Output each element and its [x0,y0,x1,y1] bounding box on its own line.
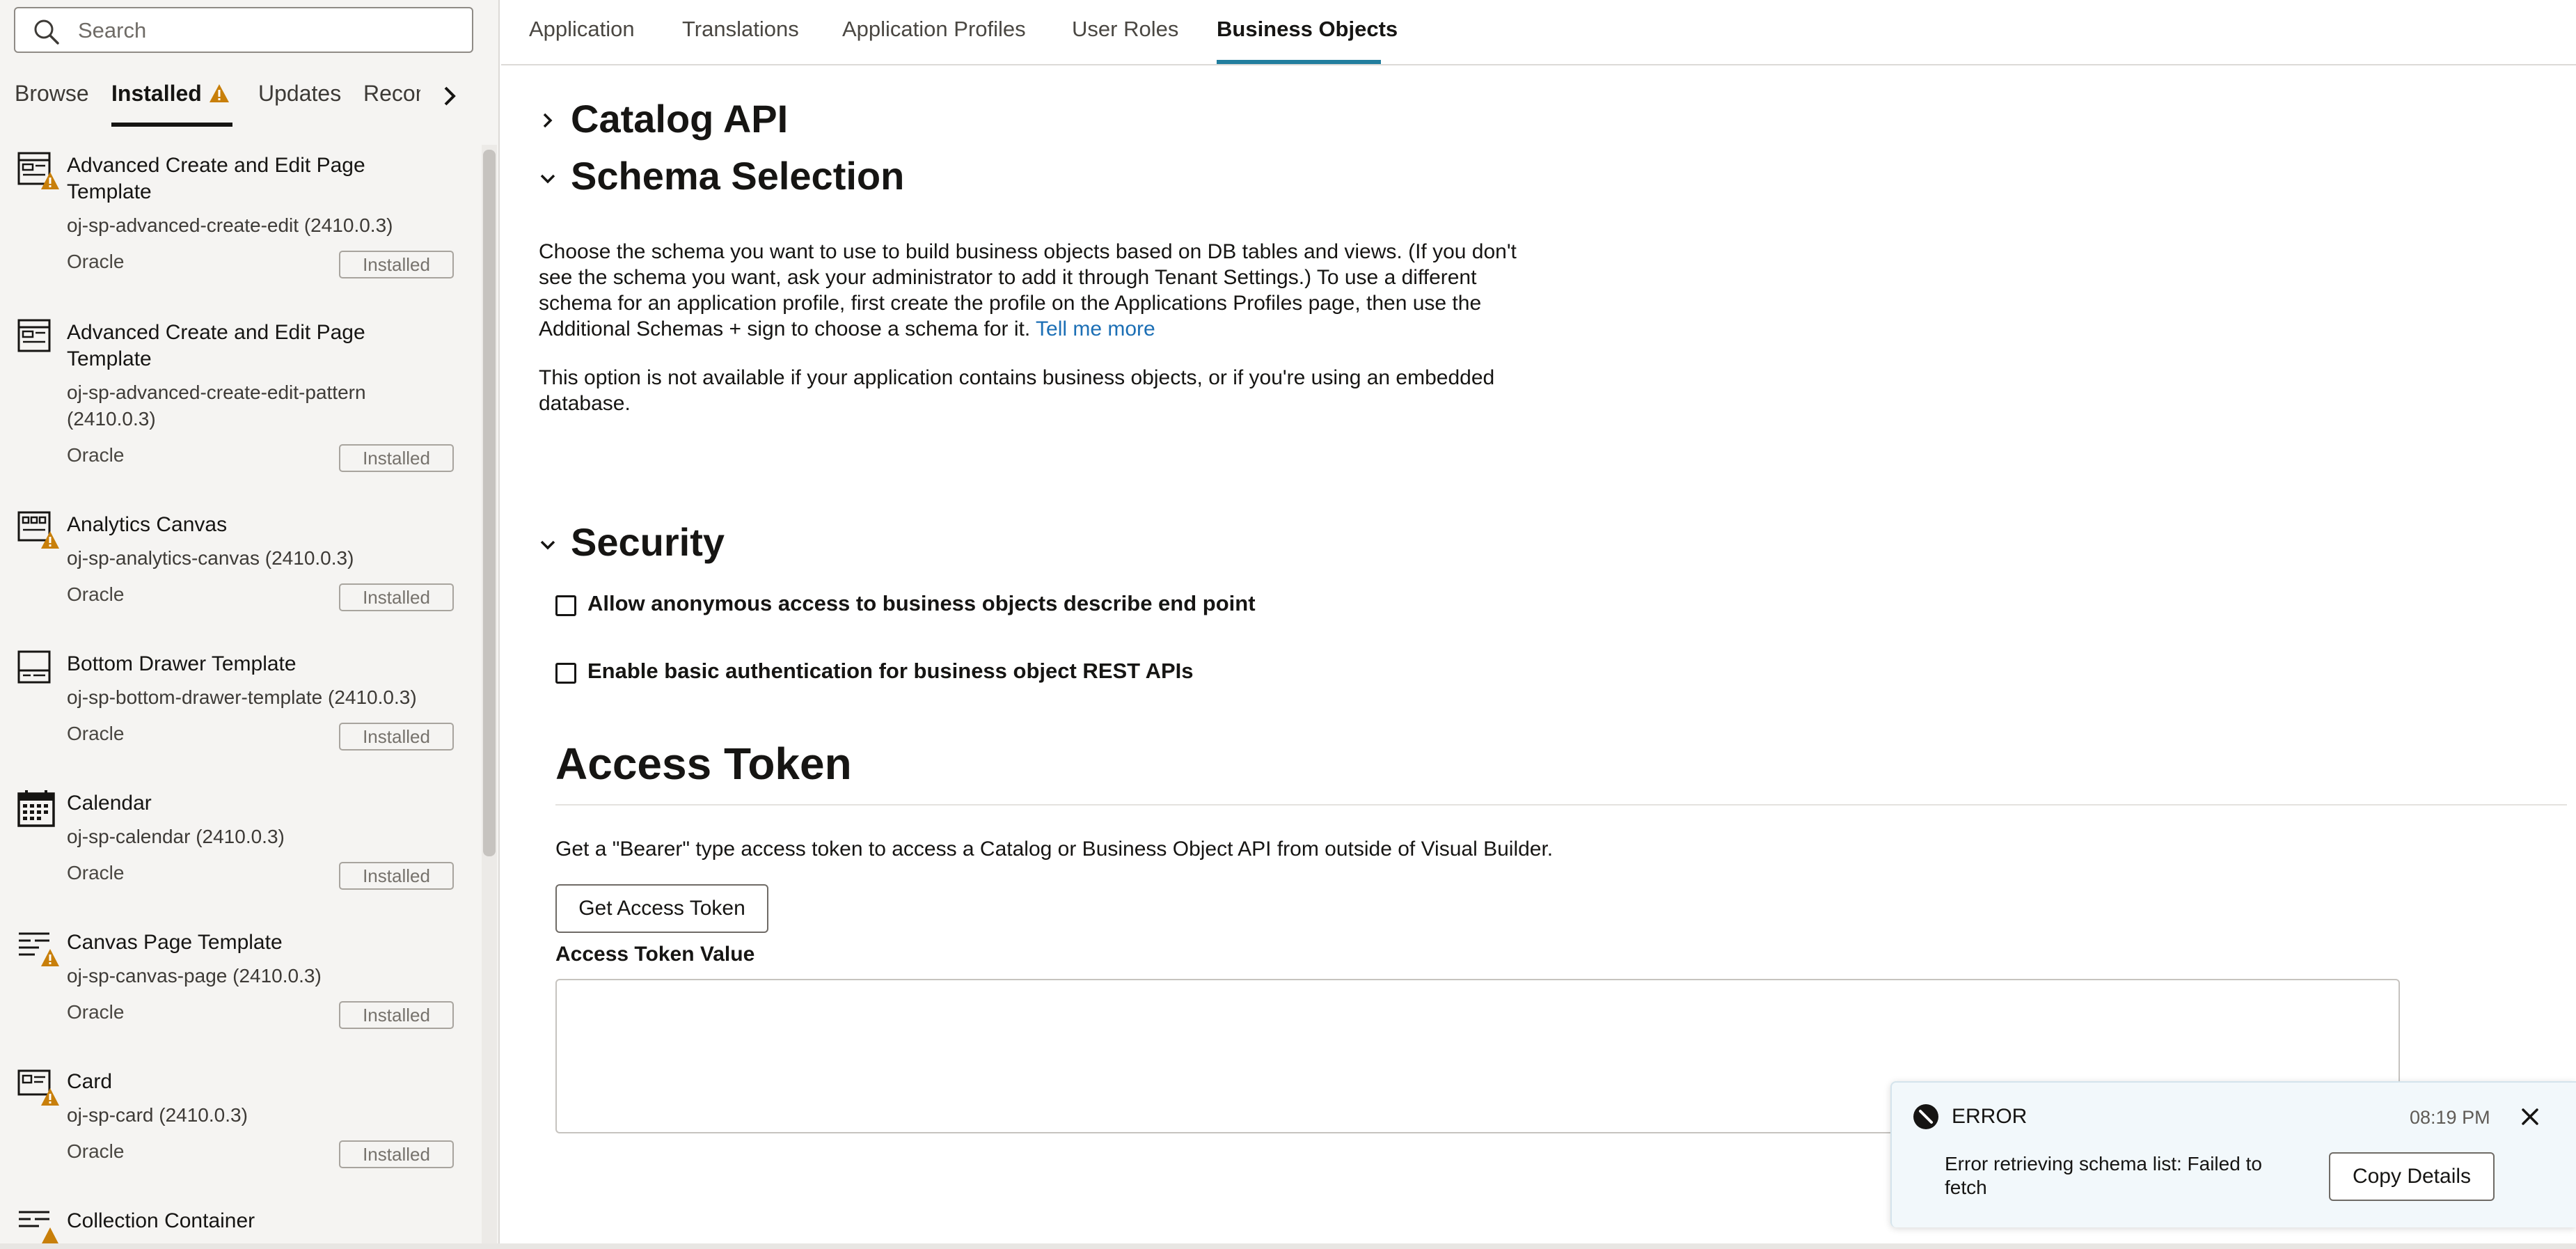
component-title: Bottom Drawer Template [67,652,297,675]
tab-installed-label: Installed [111,81,202,106]
card-icon [17,1069,59,1106]
access-token-value-label: Access Token Value [555,943,755,966]
copy-details-button[interactable]: Copy Details [2329,1152,2495,1201]
basic-auth-label[interactable]: Enable basic authentication for business… [587,659,1193,684]
tab-translations[interactable]: Translations [682,17,799,64]
error-toast: ERROR 08:19 PM Error retrieving schema l… [1890,1081,2576,1227]
component-id: oj-sp-canvas-page (2410.0.3) [67,965,322,987]
tab-user-roles[interactable]: User Roles [1072,17,1178,64]
schema-selection-heading[interactable]: Schema Selection [571,153,904,198]
list-item[interactable]: Calendar oj-sp-calendar (2410.0.3) Oracl… [0,780,480,920]
page-template-icon [17,319,51,352]
component-vendor: Oracle [67,251,125,272]
component-title: Analytics Canvas [67,513,228,536]
main-content: Application Translations Application Pro… [501,0,2576,1249]
tab-recommended[interactable]: Recommended [363,81,420,129]
sidebar-tabs: Browse Installed Updates Recommended [0,70,498,129]
component-vendor: Oracle [67,444,125,466]
close-icon[interactable] [2518,1105,2542,1129]
tab-installed[interactable]: Installed [111,81,232,129]
search-box[interactable] [14,7,473,53]
component-title: Canvas Page Template [67,931,283,954]
page-template-icon [17,152,59,189]
status-badge: Installed [339,583,454,611]
catalog-api-heading[interactable]: Catalog API [571,96,788,141]
status-badge: Installed [339,1001,454,1029]
component-title: Collection Container [67,1209,255,1232]
component-vendor: Oracle [67,723,125,744]
component-vendor: Oracle [67,862,125,883]
canvas-icon [19,932,59,966]
tell-me-more-link[interactable]: Tell me more [1036,317,1155,340]
list-item[interactable]: Bottom Drawer Template oj-sp-bottom-draw… [0,641,480,780]
component-title: Advanced Create and Edit Page Template [67,154,365,203]
component-id: oj-sp-bottom-drawer-template (2410.0.3) [67,686,417,708]
bottom-edge [0,1243,2576,1249]
schema-description-text: Choose the schema you want to use to bui… [539,240,1517,340]
status-badge: Installed [339,1140,454,1168]
access-token-description: Get a "Bearer" type access token to acce… [555,838,1554,861]
tab-application-profiles[interactable]: Application Profiles [842,17,1026,64]
status-badge: Installed [339,723,454,751]
component-id: oj-sp-card (2410.0.3) [67,1104,248,1126]
status-badge: Installed [339,862,454,890]
warning-icon [210,84,229,102]
component-vendor: Oracle [67,583,125,605]
chevron-down-icon[interactable] [539,170,557,188]
component-id: oj-sp-analytics-canvas (2410.0.3) [67,547,354,569]
list-item[interactable]: Advanced Create and Edit Page Template o… [0,143,480,310]
settings-tabs: Application Translations Application Pro… [501,0,2576,65]
access-token-heading: Access Token [555,739,852,789]
sidebar-scroll-thumb[interactable] [483,150,496,856]
anonymous-access-checkbox[interactable] [555,595,576,616]
get-access-token-button[interactable]: Get Access Token [555,884,768,933]
drawer-icon [17,650,51,684]
chevron-down-icon[interactable] [539,536,557,554]
component-id: oj-sp-calendar (2410.0.3) [67,826,285,847]
search-input[interactable] [78,14,461,47]
anonymous-access-label[interactable]: Allow anonymous access to business objec… [587,591,1256,616]
component-id: oj-sp-advanced-create-edit (2410.0.3) [67,214,393,236]
tab-updates[interactable]: Updates [258,81,341,129]
list-item[interactable]: Canvas Page Template oj-sp-canvas-page (… [0,920,480,1059]
basic-auth-checkbox[interactable] [555,663,576,684]
status-badge: Installed [339,444,454,472]
schema-description: Choose the schema you want to use to bui… [539,239,1541,342]
tab-application[interactable]: Application [529,17,635,64]
component-title: Advanced Create and Edit Page Template [67,321,365,370]
divider [555,804,2567,806]
component-vendor: Oracle [67,1140,125,1162]
component-sidebar: Browse Installed Updates Recommended [0,0,500,1249]
security-heading[interactable]: Security [571,519,725,565]
list-item[interactable]: Card oj-sp-card (2410.0.3) Oracle Instal… [0,1059,480,1198]
toast-title: ERROR [1952,1105,2028,1128]
collection-icon [19,1211,59,1245]
component-title: Card [67,1070,113,1093]
chevron-right-icon[interactable] [432,78,468,114]
list-item[interactable]: Analytics Canvas oj-sp-analytics-canvas … [0,502,480,641]
calendar-icon [17,790,55,827]
chevron-right-icon[interactable] [539,111,557,129]
list-item[interactable]: Advanced Create and Edit Page Template o… [0,310,480,502]
search-icon [34,19,59,45]
analytics-icon [17,511,59,549]
status-badge: Installed [339,251,454,278]
toast-message: Error retrieving schema list: Failed to … [1945,1153,2262,1198]
component-vendor: Oracle [67,1001,125,1023]
error-icon [1913,1104,1938,1129]
list-item[interactable]: Collection Container [0,1198,480,1249]
component-title: Calendar [67,792,152,815]
tab-business-objects[interactable]: Business Objects [1217,17,1398,64]
component-list: Advanced Create and Edit Page Template o… [0,143,480,1249]
tab-browse[interactable]: Browse [15,81,89,129]
component-id: oj-sp-advanced-create-edit-pattern (2410… [67,382,366,430]
schema-note: This option is not available if your app… [539,366,1495,415]
toast-timestamp: 08:19 PM [2410,1107,2490,1128]
